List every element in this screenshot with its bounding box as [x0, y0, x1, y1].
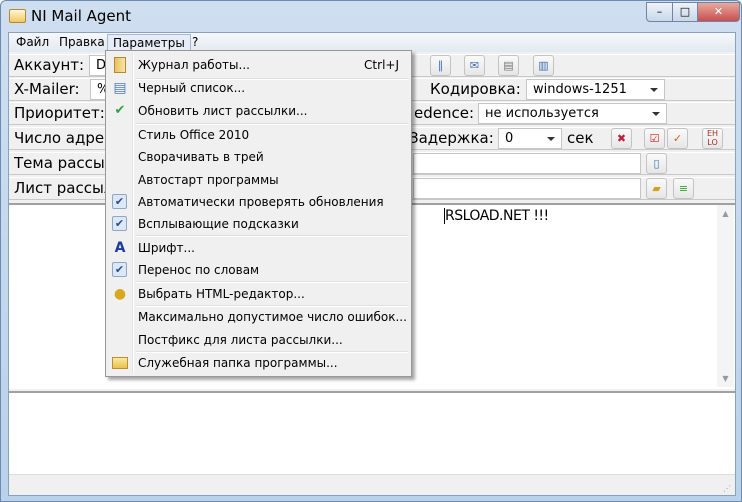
verify-icon: ✓ [672, 132, 683, 145]
checkbox-checked-icon: ✔ [112, 194, 127, 209]
menu-item-label: Всплывающие подсказки [138, 217, 299, 231]
checkbox-checked-icon: ✔ [112, 216, 127, 231]
ehlo-button[interactable]: EH LO [702, 128, 723, 149]
menu-item-update-list[interactable]: ✔ Обновить лист рассылки... [108, 100, 409, 122]
menu-item-label: Сворачивать в трей [138, 150, 264, 164]
parameters-menu: Журнал работы... Ctrl+J ▤ Черный список...… [105, 50, 412, 377]
checkbox-icon: ☑ [649, 132, 660, 145]
mailing-list-label: Лист рассыл [14, 179, 114, 197]
envelope-icon: ✉ [469, 59, 480, 72]
update-list-icon: ✔ [114, 103, 126, 118]
menu-item-tooltips[interactable]: ✔ Всплывающие подсказки [108, 213, 409, 235]
menu-item-postfix[interactable]: Постфикс для листа рассылки... [108, 329, 409, 351]
menu-item-max-errors[interactable]: Максимально допустимое число ошибок... [108, 306, 409, 328]
menu-item-label: Стиль Office 2010 [138, 128, 250, 142]
folder-icon: ▰ [652, 182, 661, 195]
menu-item-label: Постфикс для листа рассылки... [138, 333, 343, 347]
menu-item-minimize-tray[interactable]: Сворачивать в трей [108, 146, 409, 168]
menu-parameters[interactable]: Параметры [107, 34, 191, 51]
menu-item-auto-update[interactable]: ✔ Автоматически проверять обновления [108, 191, 409, 213]
menu-item-autostart[interactable]: Автостарт программы [108, 169, 409, 191]
list-icon: ≡ [678, 182, 689, 195]
menu-item-label: Служебная папка программы... [138, 356, 338, 370]
menu-item-label: Обновить лист рассылки... [138, 104, 308, 118]
precedence-label: edence: [414, 104, 475, 122]
print-button[interactable]: ▤ [498, 55, 519, 76]
scroll-down-arrow[interactable]: ▼ [717, 374, 734, 383]
menu-item-font[interactable]: A Шрифт... [108, 237, 409, 259]
editor-text: RSLOAD.NET !!! [444, 208, 549, 224]
menu-item-html-editor[interactable]: ● Выбрать HTML-редактор... [108, 283, 409, 305]
resize-grip-icon[interactable]: ⋰ [723, 484, 731, 493]
subject-label: Тема рассыл [14, 154, 115, 172]
delay-label: Задержка: [409, 129, 494, 147]
menu-item-label: Черный список... [138, 81, 246, 95]
encoding-select[interactable]: windows-1251 [526, 79, 665, 100]
precedence-select[interactable]: не используется [478, 103, 667, 124]
delay-select[interactable]: 0 [498, 128, 562, 149]
attach-button[interactable]: ∥ [430, 55, 451, 76]
menu-item-label: Перенос по словам [138, 263, 260, 277]
menu-item-shortcut: Ctrl+J [364, 58, 399, 72]
minimize-button[interactable]: – [646, 2, 673, 22]
subject-input[interactable] [413, 153, 641, 174]
send-button[interactable]: ✉ [464, 55, 485, 76]
menu-item-word-wrap[interactable]: ✔ Перенос по словам [108, 259, 409, 281]
journal-icon [114, 57, 126, 73]
encoding-label: Кодировка: [430, 80, 521, 98]
menu-item-blacklist[interactable]: ▤ Черный список... [108, 77, 409, 99]
maximize-button[interactable]: □ [672, 2, 698, 22]
menu-item-service-folder[interactable]: Служебная папка программы... [108, 352, 409, 374]
document-icon: ▯ [653, 157, 660, 170]
chevron-down-icon [650, 88, 658, 92]
menu-item-label: Выбрать HTML-редактор... [138, 287, 305, 301]
mailing-list-input[interactable] [413, 178, 641, 199]
font-icon: A [114, 240, 126, 256]
chevron-down-icon [652, 112, 660, 116]
clear-list-button[interactable]: ✖ [611, 128, 632, 149]
scroll-up-arrow[interactable]: ▲ [717, 209, 734, 218]
address-count-label: Число адре [14, 129, 105, 147]
menu-help[interactable]: ? [187, 34, 203, 51]
delay-unit: сек [567, 129, 594, 147]
printer-icon: ▤ [503, 59, 514, 72]
folder-icon [112, 357, 128, 369]
new-document-button[interactable]: ▯ [646, 153, 667, 174]
encoding-value: windows-1251 [533, 82, 627, 97]
priority-label: Приоритет: [14, 104, 105, 122]
menu-item-label: Максимально допустимое число ошибок... [138, 310, 407, 324]
precedence-value: не используется [485, 106, 599, 121]
log-pane[interactable] [9, 391, 735, 475]
vertical-scrollbar[interactable]: ▲ ▼ [717, 205, 734, 387]
menu-item-label: Автоматически проверять обновления [138, 195, 384, 209]
document-button[interactable]: ▥ [533, 55, 554, 76]
app-icon [9, 9, 26, 23]
document-icon: ▤ [113, 80, 127, 96]
menu-item-label: Журнал работы... [138, 58, 250, 72]
account-label: Аккаунт: [14, 56, 85, 74]
menu-item-office-style[interactable]: Стиль Office 2010 [108, 124, 409, 146]
remove-icon: ✖ [616, 132, 627, 145]
chevron-down-icon [547, 137, 555, 141]
menu-edit[interactable]: Правка [54, 34, 110, 51]
list-button[interactable]: ≡ [673, 178, 694, 199]
menu-item-label: Автостарт программы [138, 173, 279, 187]
xmailer-label: X-Mailer: [14, 80, 80, 98]
status-bar: ⋰ [9, 476, 735, 495]
check-button[interactable]: ☑ [644, 128, 665, 149]
menu-item-label: Шрифт... [138, 241, 195, 255]
close-button[interactable]: ✕ [697, 2, 740, 22]
checkbox-checked-icon: ✔ [112, 262, 127, 277]
paperclip-icon: ∥ [437, 59, 444, 72]
html-editor-icon: ● [113, 286, 127, 302]
window-title: NI Mail Agent [31, 7, 132, 25]
delay-value: 0 [505, 131, 514, 146]
menu-item-journal[interactable]: Журнал работы... Ctrl+J [108, 54, 409, 76]
menu-file[interactable]: Файл [11, 34, 54, 51]
verify-button[interactable]: ✓ [667, 128, 688, 149]
open-folder-button[interactable]: ▰ [646, 178, 667, 199]
document-icon: ▥ [538, 59, 549, 72]
